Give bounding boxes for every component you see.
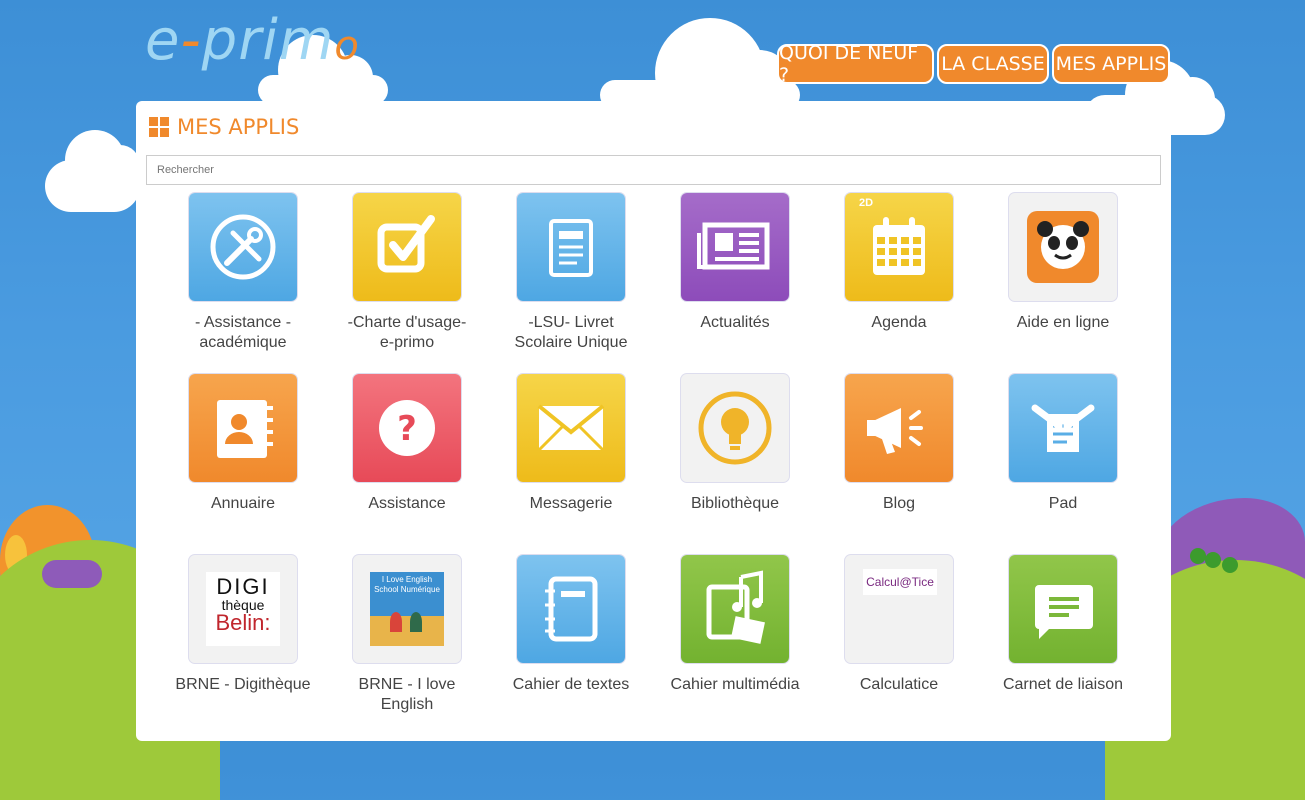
logo-text: o	[334, 23, 360, 69]
lightbulb-icon[interactable]	[681, 374, 789, 482]
app-label[interactable]: Actualités	[653, 313, 817, 333]
app-tile-13[interactable]: I Love English School Numérique BRNE - I …	[325, 555, 489, 715]
logo-text: e	[145, 8, 181, 73]
app-label[interactable]: -Charte d'usage- e-primo	[325, 313, 489, 353]
panda-icon[interactable]	[1009, 193, 1117, 301]
app-label[interactable]: Cahier de textes	[489, 675, 653, 695]
grid-icon	[149, 117, 169, 137]
app-tile-11[interactable]: Pad	[981, 374, 1145, 514]
app-label[interactable]: Annuaire	[161, 494, 325, 514]
app-badge: 2D	[859, 197, 874, 209]
app-tile-14[interactable]: Cahier de textes	[489, 555, 653, 695]
app-tile-15[interactable]: Cahier multimédia	[653, 555, 817, 695]
app-tile-1[interactable]: -Charte d'usage- e-primo	[325, 193, 489, 353]
app-label[interactable]: Pad	[981, 494, 1145, 514]
app-tile-8[interactable]: Messagerie	[489, 374, 653, 514]
app-label[interactable]: Agenda	[817, 313, 981, 333]
app-tile-12[interactable]: DIGI thèque Belin: BRNE - Digithèque	[161, 555, 325, 695]
app-tile-7[interactable]: ? Assistance	[325, 374, 489, 514]
tree-decoration	[1205, 552, 1221, 568]
app-label[interactable]: - Assistance - académique	[161, 313, 325, 353]
contacts-icon[interactable]	[189, 374, 297, 482]
panel-header: MES APPLIS	[149, 115, 299, 139]
cover-text: I Love English School Numérique	[374, 575, 440, 594]
bush-decoration	[42, 560, 102, 588]
pad-icon[interactable]	[1009, 374, 1117, 482]
multimedia-notebook-icon[interactable]	[681, 555, 789, 663]
logo-text: Calcul@Tice	[863, 569, 937, 595]
nav-mes-applis-button[interactable]: MES APPLIS	[1052, 44, 1170, 84]
svg-text:?: ?	[397, 409, 417, 449]
app-tile-16[interactable]: Calcul@Tice Calculatice	[817, 555, 981, 695]
search-input[interactable]	[146, 155, 1161, 185]
tools-icon[interactable]	[189, 193, 297, 301]
app-tile-17[interactable]: Carnet de liaison	[981, 555, 1145, 695]
eprimo-logo[interactable]: e-primo	[145, 8, 360, 73]
app-label[interactable]: BRNE - Digithèque	[161, 675, 325, 695]
tree-decoration	[1190, 548, 1206, 564]
digitheque-logo[interactable]: DIGI thèque Belin:	[189, 555, 297, 663]
app-label[interactable]: Cahier multimédia	[653, 675, 817, 695]
newspaper-icon[interactable]	[681, 193, 789, 301]
app-tile-3[interactable]: Actualités	[653, 193, 817, 333]
calendar-icon[interactable]: 2D	[845, 193, 953, 301]
cloud	[45, 130, 140, 212]
question-icon[interactable]: ?	[353, 374, 461, 482]
app-label[interactable]: Carnet de liaison	[981, 675, 1145, 695]
logo-text: prim	[201, 8, 335, 73]
apps-panel: MES APPLIS - Assistance - académique-Cha…	[136, 101, 1171, 741]
calculatice-logo[interactable]: Calcul@Tice	[845, 555, 953, 663]
app-label[interactable]: Aide en ligne	[981, 313, 1145, 333]
tree-decoration	[1222, 557, 1238, 573]
app-label[interactable]: Bibliothèque	[653, 494, 817, 514]
ilove-english-cover[interactable]: I Love English School Numérique	[353, 555, 461, 663]
app-tile-5[interactable]: Aide en ligne	[981, 193, 1145, 333]
logo-text: Belin:	[215, 610, 271, 635]
app-tile-0[interactable]: - Assistance - académique	[161, 193, 325, 353]
app-label[interactable]: Messagerie	[489, 494, 653, 514]
nav-quoi-de-neuf-button[interactable]: QUOI DE NEUF ?	[777, 42, 934, 86]
app-label[interactable]: -LSU- Livret Scolaire Unique	[489, 313, 653, 353]
notebook-icon[interactable]	[517, 555, 625, 663]
app-label[interactable]: Assistance	[325, 494, 489, 514]
logo-text: -	[180, 8, 202, 73]
nav-la-classe-button[interactable]: LA CLASSE	[937, 44, 1049, 84]
document-icon[interactable]	[517, 193, 625, 301]
logo-text: DIGI	[216, 574, 270, 599]
app-label[interactable]: BRNE - I love English	[325, 675, 489, 715]
app-label[interactable]: Calculatice	[817, 675, 981, 695]
megaphone-icon[interactable]	[845, 374, 953, 482]
chat-bubble-icon[interactable]	[1009, 555, 1117, 663]
envelope-icon[interactable]	[517, 374, 625, 482]
checkbox-icon[interactable]	[353, 193, 461, 301]
app-tile-6[interactable]: Annuaire	[161, 374, 325, 514]
app-tile-9[interactable]: Bibliothèque	[653, 374, 817, 514]
app-tile-4[interactable]: 2D Agenda	[817, 193, 981, 333]
app-label[interactable]: Blog	[817, 494, 981, 514]
app-tile-10[interactable]: Blog	[817, 374, 981, 514]
page-title: MES APPLIS	[177, 115, 300, 139]
app-tile-2[interactable]: -LSU- Livret Scolaire Unique	[489, 193, 653, 353]
